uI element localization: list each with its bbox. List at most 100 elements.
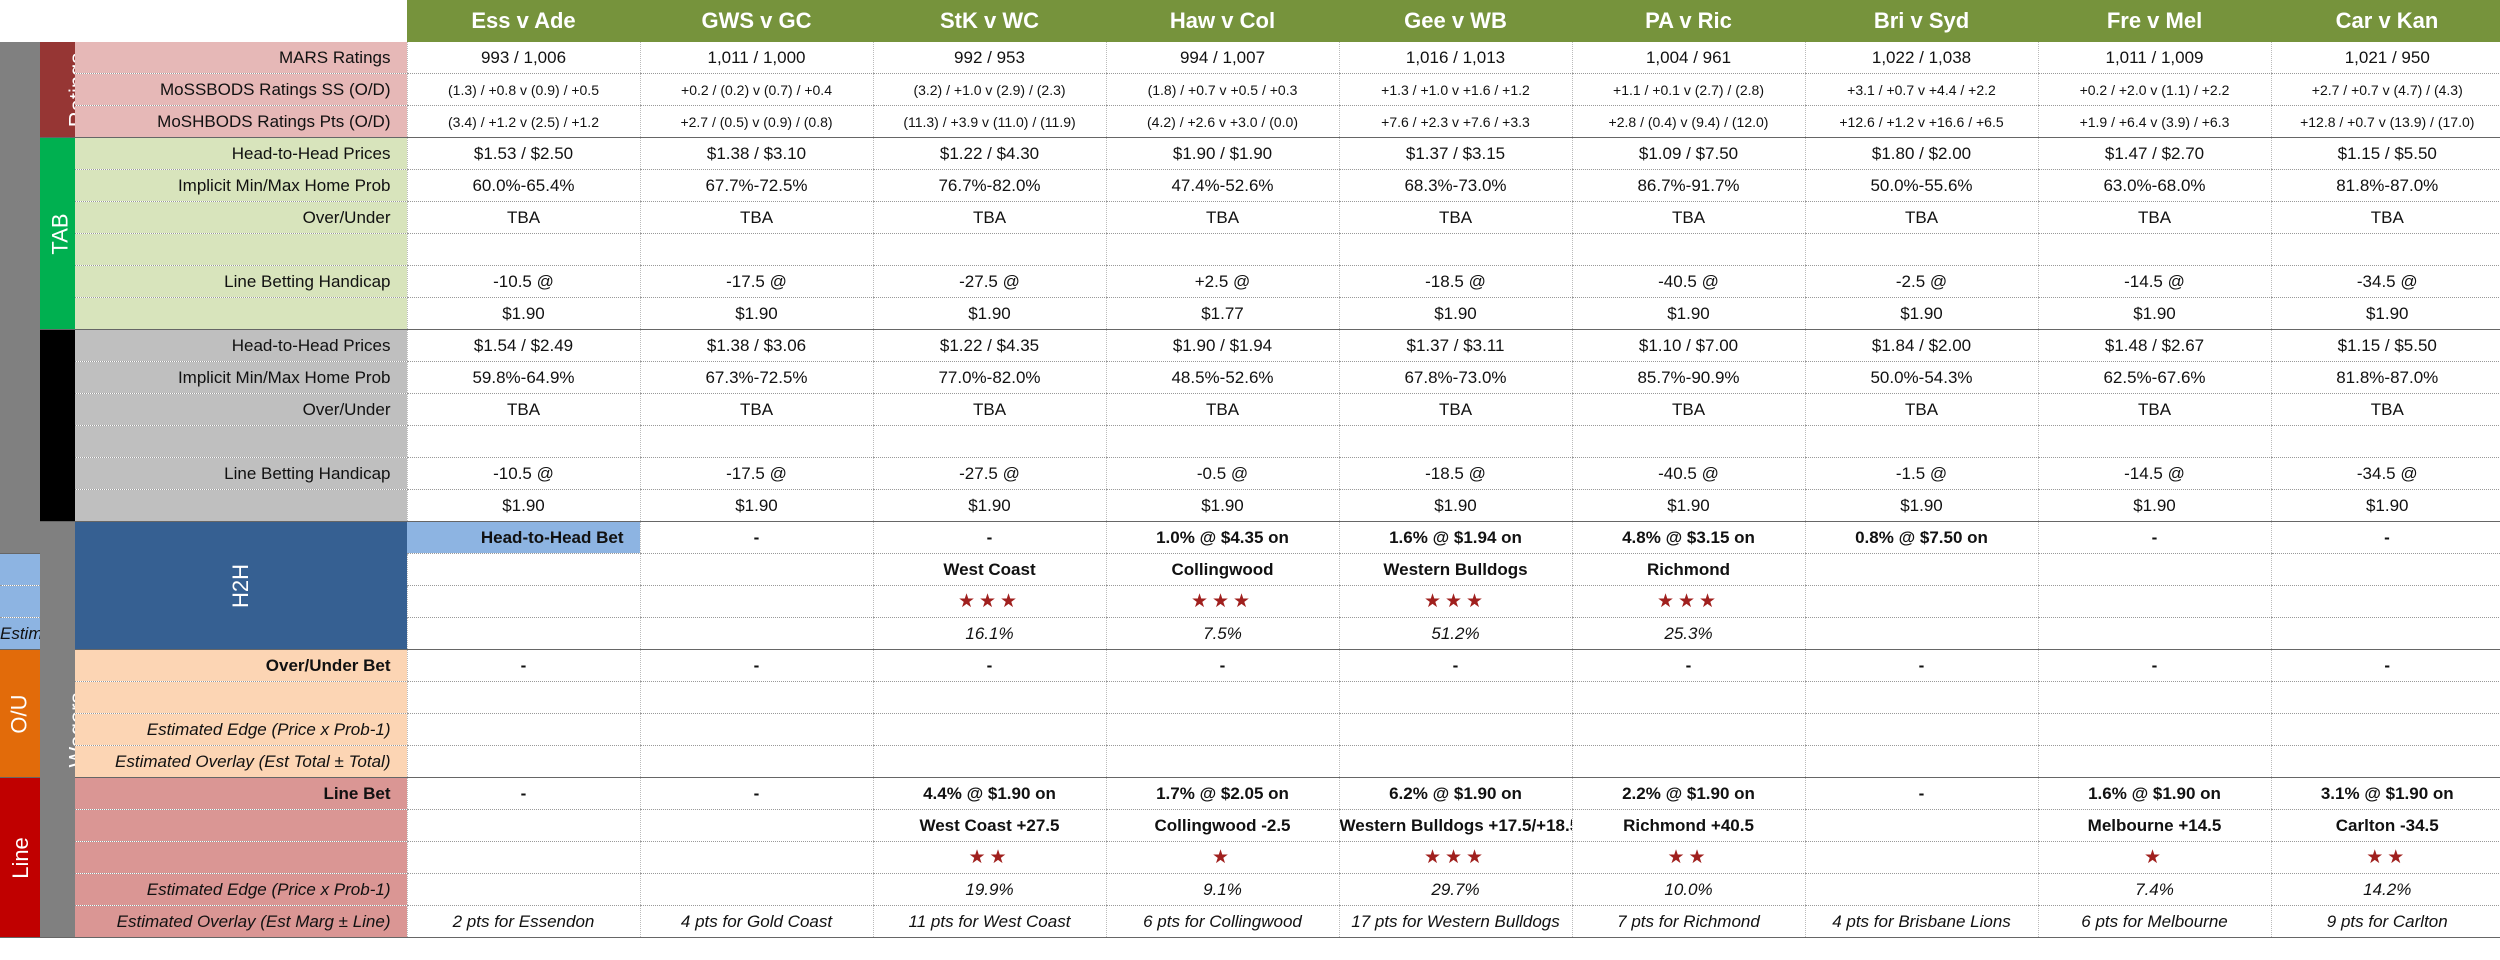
row-tab-prob: Implicit Min/Max Home Prob 60.0%-65.4% 67.… bbox=[0, 169, 2500, 202]
cell-value: Western Bulldogs +17.5/+18.5 bbox=[1338, 809, 1572, 842]
cell-value bbox=[2270, 553, 2500, 586]
row-sb-h2h: Sportsbet Head-to-Head Prices$1.54 / $2.4… bbox=[0, 329, 2500, 522]
cell-value: 1,022 / 1,038 bbox=[1804, 42, 2038, 74]
cell-value: TBA bbox=[639, 393, 873, 426]
cell-value: West Coast bbox=[872, 553, 1106, 586]
row-label: Line Betting Handicap bbox=[75, 457, 407, 490]
cell-value: Western Bulldogs bbox=[1338, 553, 1572, 586]
cell-value: $1.90 bbox=[2037, 489, 2271, 522]
cell-value: $1.90 bbox=[1571, 489, 1805, 522]
cell-value: 29.7% bbox=[1338, 873, 1572, 906]
cell-value: 992 / 953 bbox=[872, 42, 1106, 74]
cell-value bbox=[406, 425, 640, 458]
row-label: Estimated Edge (Price x Prob-1) bbox=[0, 617, 40, 650]
section-wagers-label: Wagers bbox=[64, 692, 75, 767]
cell-value: TBA bbox=[639, 201, 873, 234]
cell-value: - bbox=[406, 777, 640, 810]
cell-value: 85.7%-90.9% bbox=[1571, 361, 1805, 394]
cell-value bbox=[2037, 553, 2271, 586]
rating-stars: ★ bbox=[2037, 841, 2271, 874]
cell-value: - bbox=[2037, 521, 2271, 554]
game-header: Ess v Ade bbox=[407, 0, 640, 42]
cell-value bbox=[1804, 873, 2038, 906]
cell-value: $1.54 / $2.49 bbox=[406, 329, 640, 362]
cell-value: $1.90 bbox=[406, 297, 640, 330]
cell-value: 47.4%-52.6% bbox=[1105, 169, 1339, 202]
cell-value: +2.7 / +0.7 v (4.7) / (4.3) bbox=[2270, 73, 2500, 106]
cell-value bbox=[406, 809, 640, 842]
cell-value bbox=[639, 745, 873, 778]
cell-value: 7 pts for Richmond bbox=[1571, 905, 1805, 938]
cell-value bbox=[2270, 617, 2500, 650]
cell-value bbox=[1804, 425, 2038, 458]
cell-value: -0.5 @ bbox=[1105, 457, 1339, 490]
cell-value: Collingwood -2.5 bbox=[1105, 809, 1339, 842]
cell-value: 6.2% @ $1.90 on bbox=[1338, 777, 1572, 810]
section-h2h: H2H bbox=[75, 521, 407, 650]
cell-value: - bbox=[1571, 649, 1805, 682]
cell-value: - bbox=[2270, 649, 2500, 682]
cell-value: (3.4) / +1.2 v (2.5) / +1.2 bbox=[406, 105, 640, 138]
row-label bbox=[0, 585, 40, 618]
cell-value: 0.8% @ $7.50 on bbox=[1804, 521, 2038, 554]
cell-value: Richmond bbox=[1571, 553, 1805, 586]
row-label bbox=[75, 809, 407, 842]
cell-value bbox=[406, 873, 640, 906]
cell-value: 9.1% bbox=[1105, 873, 1339, 906]
cell-value bbox=[2270, 681, 2500, 714]
cell-value: TBA bbox=[1804, 393, 2038, 426]
cell-value bbox=[639, 553, 873, 586]
row-label: Estimated Edge (Price x Prob-1) bbox=[75, 713, 407, 746]
game-header: Haw v Col bbox=[1106, 0, 1339, 42]
cell-value: $1.90 bbox=[2270, 489, 2500, 522]
row-blank3 bbox=[0, 681, 2500, 714]
row-sb-ou: Over/Under TBA TBA TBA TBA TBA TBA TBA TBA TBA bbox=[0, 393, 2500, 426]
cell-value: -40.5 @ bbox=[1571, 265, 1805, 298]
cell-value: Richmond +40.5 bbox=[1571, 809, 1805, 842]
cell-value: 14.2% bbox=[2270, 873, 2500, 906]
cell-value: TBA bbox=[1571, 393, 1805, 426]
cell-value: 76.7%-82.0% bbox=[872, 169, 1106, 202]
cell-value bbox=[2037, 745, 2271, 778]
row-label bbox=[75, 297, 407, 330]
cell-value: +2.7 / (0.5) v (0.9) / (0.8) bbox=[639, 105, 873, 138]
cell-value: TBA bbox=[2270, 393, 2500, 426]
cell-value: +12.8 / +0.7 v (13.9) / (17.0) bbox=[2270, 105, 2500, 138]
cell-value bbox=[1338, 425, 1572, 458]
cell-value: 1,016 / 1,013 bbox=[1338, 42, 1572, 74]
game-header: Gee v WB bbox=[1339, 0, 1572, 42]
cell-value: -2.5 @ bbox=[1804, 265, 2038, 298]
cell-value: 10.0% bbox=[1571, 873, 1805, 906]
cell-value: -18.5 @ bbox=[1338, 457, 1572, 490]
cell-value: 81.8%-87.0% bbox=[2270, 361, 2500, 394]
cell-value bbox=[406, 713, 640, 746]
cell-value: $1.90 bbox=[1804, 297, 2038, 330]
row-line-edge: Estimated Edge (Price x Prob-1) 19.9% 9.1%… bbox=[0, 873, 2500, 906]
cell-value bbox=[872, 233, 1106, 266]
cell-value: $1.90 bbox=[872, 297, 1106, 330]
cell-value: 59.8%-64.9% bbox=[406, 361, 640, 394]
cell-value: (1.3) / +0.8 v (0.9) / +0.5 bbox=[406, 73, 640, 106]
cell-value: TBA bbox=[2270, 201, 2500, 234]
game-header: Car v Kan bbox=[2271, 0, 2500, 42]
cell-value bbox=[1804, 233, 2038, 266]
cell-value: (1.8) / +0.7 v +0.5 / +0.3 bbox=[1105, 73, 1339, 106]
cell-value: +12.6 / +1.2 v +16.6 / +6.5 bbox=[1804, 105, 2038, 138]
cell-value: $1.22 / $4.30 bbox=[872, 137, 1106, 170]
cell-value: 9 pts for Carlton bbox=[2270, 905, 2500, 938]
row-label: Estimated Overlay (Est Marg ± Line) bbox=[75, 905, 407, 938]
cell-value: 60.0%-65.4% bbox=[406, 169, 640, 202]
cell-value: -14.5 @ bbox=[2037, 457, 2271, 490]
cell-value: $1.90 bbox=[872, 489, 1106, 522]
cell-value: -27.5 @ bbox=[872, 457, 1106, 490]
cell-value bbox=[1105, 233, 1339, 266]
cell-value: $1.48 / $2.67 bbox=[2037, 329, 2271, 362]
cell-value bbox=[1804, 745, 2038, 778]
rating-stars bbox=[2270, 585, 2500, 618]
row-label: MARS Ratings bbox=[75, 42, 407, 74]
cell-value: 1,021 / 950 bbox=[2270, 42, 2500, 74]
cell-value: 2 pts for Essendon bbox=[406, 905, 640, 938]
cell-value bbox=[1105, 425, 1339, 458]
row-label: Implicit Min/Max Home Prob bbox=[75, 169, 407, 202]
cell-value bbox=[872, 713, 1106, 746]
